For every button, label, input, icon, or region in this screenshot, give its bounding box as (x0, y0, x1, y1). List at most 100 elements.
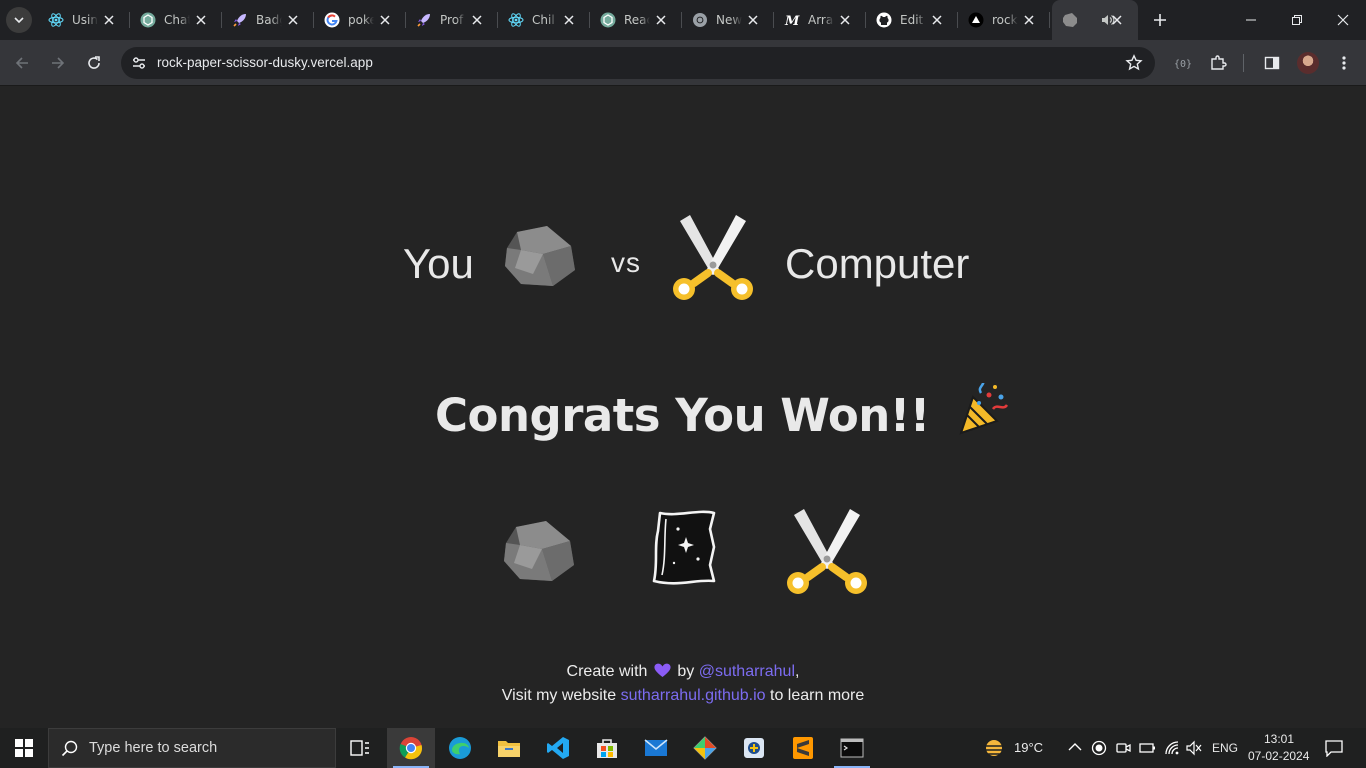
close-window-button[interactable] (1320, 0, 1366, 40)
chevron-up-icon[interactable] (1068, 742, 1082, 752)
browser-tab[interactable]: Chil (498, 0, 590, 40)
chrome-icon (399, 737, 423, 760)
folder-icon (498, 741, 520, 757)
taskbar-app-utility[interactable] (730, 728, 778, 768)
url-text[interactable]: rock-paper-scissor-dusky.vercel.app (157, 55, 373, 70)
vercel-icon (968, 12, 984, 28)
browser-tab[interactable]: Reac (590, 0, 682, 40)
arrow-right-icon (52, 57, 65, 69)
taskbar-search-box[interactable]: Type here to search (48, 728, 336, 768)
tab-close-icon[interactable] (562, 13, 576, 27)
weather-temperature[interactable]: 19°C (1014, 740, 1043, 755)
start-button[interactable] (0, 728, 48, 768)
chrome-menu-button[interactable] (1332, 51, 1356, 75)
clock-time[interactable]: 13:01 (1264, 732, 1294, 746)
vscode-icon (547, 737, 569, 759)
svg-text:M: M (784, 14, 800, 28)
browser-tab[interactable]: Edit (866, 0, 958, 40)
meet-now-icon[interactable] (1115, 740, 1131, 756)
taskbar-sublime-text[interactable] (779, 728, 827, 768)
tab-close-icon[interactable] (1110, 13, 1124, 27)
footer-create-text: Create with (566, 663, 648, 680)
browser-tab[interactable]: New (682, 0, 774, 40)
plus-icon (1154, 14, 1166, 26)
tab-close-icon[interactable] (930, 13, 944, 27)
task-view-button[interactable] (336, 728, 384, 768)
browser-tab[interactable] (1052, 0, 1138, 40)
tab-close-icon[interactable] (470, 13, 484, 27)
tab-close-icon[interactable] (1022, 13, 1036, 27)
windows-logo-icon (15, 739, 33, 757)
git-tool-icon (693, 736, 717, 760)
paper-option-button[interactable] (648, 507, 720, 589)
restore-button[interactable] (1274, 0, 1320, 40)
rock-option-button[interactable] (501, 519, 577, 585)
tab-title: Reac (624, 13, 650, 27)
star-icon[interactable] (1125, 54, 1143, 72)
tab-title: Using (72, 13, 98, 27)
site-info-button[interactable] (129, 53, 149, 73)
browser-tab[interactable]: Chat (130, 0, 222, 40)
browser-tab[interactable]: Badge (222, 0, 314, 40)
side-panel-button[interactable] (1260, 51, 1284, 75)
windows-taskbar: Type here to search 19°C ENG 13:01 07-02… (0, 728, 1366, 768)
scissors-option-button[interactable] (782, 507, 872, 597)
taskbar-vscode[interactable] (534, 728, 582, 768)
toolbar-divider (1243, 54, 1244, 72)
store-icon (597, 739, 617, 758)
volume-muted-icon[interactable] (1186, 740, 1202, 756)
website-link[interactable]: sutharrahul.github.io (621, 687, 766, 704)
taskbar-git-tool[interactable] (681, 728, 729, 768)
puzzle-icon (1211, 55, 1227, 70)
browser-tab[interactable]: poke (314, 0, 406, 40)
extension-button[interactable]: {0} (1170, 51, 1194, 75)
tab-close-icon[interactable] (746, 13, 760, 27)
tab-close-icon[interactable] (102, 13, 116, 27)
search-icon (61, 740, 78, 757)
new-tab-button[interactable] (1150, 10, 1170, 30)
tab-title: Badge (256, 13, 282, 27)
tab-close-icon[interactable] (378, 13, 392, 27)
tab-close-icon[interactable] (194, 13, 208, 27)
taskbar-chrome[interactable] (387, 728, 435, 768)
language-indicator[interactable]: ENG (1212, 741, 1238, 755)
back-button[interactable] (10, 51, 34, 75)
taskbar-file-explorer[interactable] (485, 728, 533, 768)
author-link[interactable]: @sutharrahul (699, 663, 795, 680)
edge-icon (449, 737, 471, 759)
address-bar[interactable]: rock-paper-scissor-dusky.vercel.app (121, 47, 1155, 79)
taskbar-terminal[interactable] (828, 728, 876, 768)
minimize-button[interactable] (1228, 0, 1274, 40)
utility-app-icon (744, 738, 764, 758)
reload-button[interactable] (82, 51, 106, 75)
more-vertical-icon (1342, 56, 1346, 70)
google-icon (324, 12, 340, 28)
battery-plug-icon[interactable] (1139, 740, 1157, 756)
footer-by-text: by (677, 663, 695, 680)
terminal-icon (840, 738, 864, 758)
sublime-text-icon (793, 737, 813, 759)
tab-close-icon[interactable] (654, 13, 668, 27)
browser-tab[interactable]: M Arra (774, 0, 866, 40)
record-icon[interactable] (1091, 740, 1107, 756)
tab-close-icon[interactable] (838, 13, 852, 27)
taskbar-mail[interactable] (632, 728, 680, 768)
wifi-icon[interactable] (1164, 740, 1180, 756)
forward-button[interactable] (46, 51, 70, 75)
react-icon (508, 12, 524, 28)
braces-icon: {0} (1174, 59, 1191, 70)
browser-tab[interactable]: Prof (406, 0, 498, 40)
taskbar-edge[interactable] (436, 728, 484, 768)
taskbar-store[interactable] (583, 728, 631, 768)
weather-haze-icon[interactable] (982, 738, 1006, 758)
notification-icon[interactable] (1325, 739, 1343, 757)
profile-avatar[interactable] (1297, 52, 1319, 74)
tab-search-button[interactable] (6, 7, 32, 33)
tab-title: New (716, 13, 742, 27)
result-text: Congrats You Won!! (435, 389, 930, 442)
browser-tab[interactable]: Using (38, 0, 130, 40)
clock-date[interactable]: 07-02-2024 (1248, 749, 1309, 763)
extensions-menu-button[interactable] (1206, 51, 1230, 75)
tab-close-icon[interactable] (286, 13, 300, 27)
browser-tab[interactable]: rock (958, 0, 1050, 40)
